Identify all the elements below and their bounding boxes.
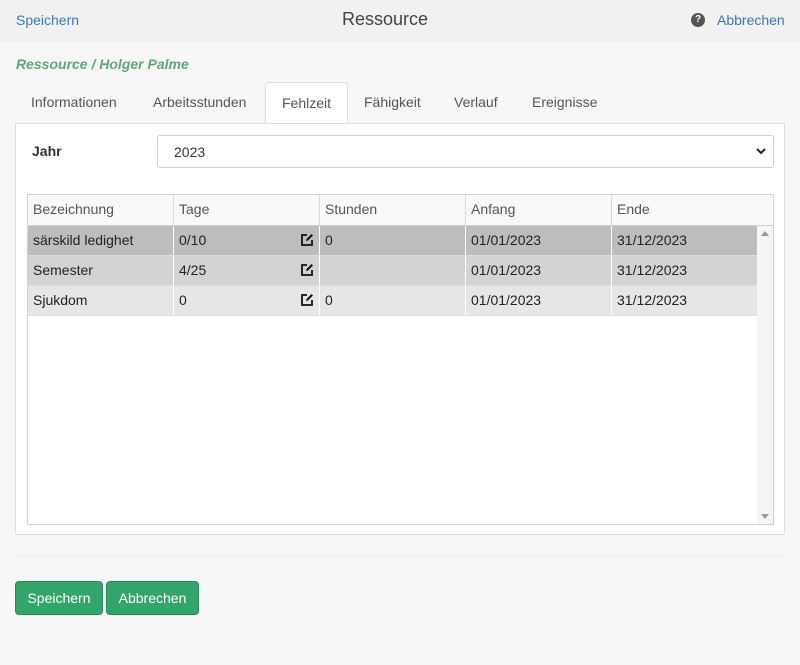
edit-icon[interactable]	[300, 233, 314, 247]
table-row[interactable]: Sjukdom 0 0 01/01/2023 31/12/2023	[28, 286, 757, 316]
year-select-value: 2023	[174, 144, 206, 160]
year-select[interactable]: 2023	[157, 135, 774, 168]
table-row[interactable]: Semester 4/25 01/01/2023 31/12/2023	[28, 256, 757, 286]
tab-fehlzeit[interactable]: Fehlzeit	[265, 82, 349, 124]
tab-faehigkeit[interactable]: Fähigkeit	[348, 82, 437, 123]
cell-days-value: 0	[179, 292, 187, 308]
absence-table: Bezeichnung Tage Stunden Anfang Ende sär…	[27, 194, 774, 525]
tab-ereignisse[interactable]: Ereignisse	[516, 82, 613, 123]
cell-start: 01/01/2023	[466, 286, 612, 315]
tab-bar: Informationen Arbeitsstunden Fehlzeit Fä…	[15, 82, 785, 124]
table-scrollbar[interactable]	[757, 226, 773, 524]
help-icon[interactable]: ?	[691, 13, 705, 27]
column-header-tage[interactable]: Tage	[174, 195, 320, 225]
cell-name: Sjukdom	[28, 286, 174, 315]
cell-hours: 0	[320, 286, 466, 315]
column-header-anfang[interactable]: Anfang	[466, 195, 612, 225]
tab-informationen[interactable]: Informationen	[15, 82, 133, 123]
cancel-button[interactable]: Abbrechen	[106, 581, 199, 615]
cell-name: särskild ledighet	[28, 226, 174, 255]
cell-days-value: 4/25	[179, 262, 207, 278]
absence-panel: Jahr 2023 Bezeichnung Tage Stunden Anfan…	[15, 123, 785, 535]
tab-arbeitsstunden[interactable]: Arbeitsstunden	[137, 82, 262, 123]
top-cancel-link[interactable]: Abbrechen	[717, 12, 785, 28]
cell-start: 01/01/2023	[466, 226, 612, 255]
cell-days: 4/25	[174, 256, 320, 285]
breadcrumb: Ressource / Holger Palme	[16, 56, 189, 72]
cell-end: 31/12/2023	[617, 262, 688, 278]
year-label: Jahr	[32, 143, 62, 159]
footer-divider	[15, 556, 785, 557]
column-header-bezeichnung[interactable]: Bezeichnung	[28, 195, 174, 225]
page-title: Ressource	[341, 9, 429, 29]
top-bar: Speichern Ressource ? Abbrechen	[0, 0, 800, 42]
cell-start: 01/01/2023	[466, 256, 612, 285]
column-header-ende[interactable]: Ende	[612, 195, 773, 225]
save-button[interactable]: Speichern	[15, 581, 103, 615]
table-header: Bezeichnung Tage Stunden Anfang Ende	[28, 195, 773, 226]
scroll-up-icon[interactable]	[761, 231, 769, 236]
scroll-down-icon[interactable]	[761, 514, 769, 519]
table-row[interactable]: särskild ledighet 0/10 0 01/01/2023 31/1…	[28, 226, 757, 256]
cell-days: 0	[174, 286, 320, 315]
chevron-down-icon	[756, 148, 766, 155]
cell-end: 31/12/2023	[617, 292, 688, 308]
edit-icon[interactable]	[300, 263, 314, 277]
tab-verlauf[interactable]: Verlauf	[438, 82, 514, 123]
cell-hours	[320, 256, 466, 285]
cell-end: 31/12/2023	[617, 232, 688, 248]
cell-name: Semester	[28, 256, 174, 285]
edit-icon[interactable]	[300, 293, 314, 307]
cell-days: 0/10	[174, 226, 320, 255]
cell-hours: 0	[320, 226, 466, 255]
cell-days-value: 0/10	[179, 232, 207, 248]
column-header-stunden[interactable]: Stunden	[320, 195, 466, 225]
